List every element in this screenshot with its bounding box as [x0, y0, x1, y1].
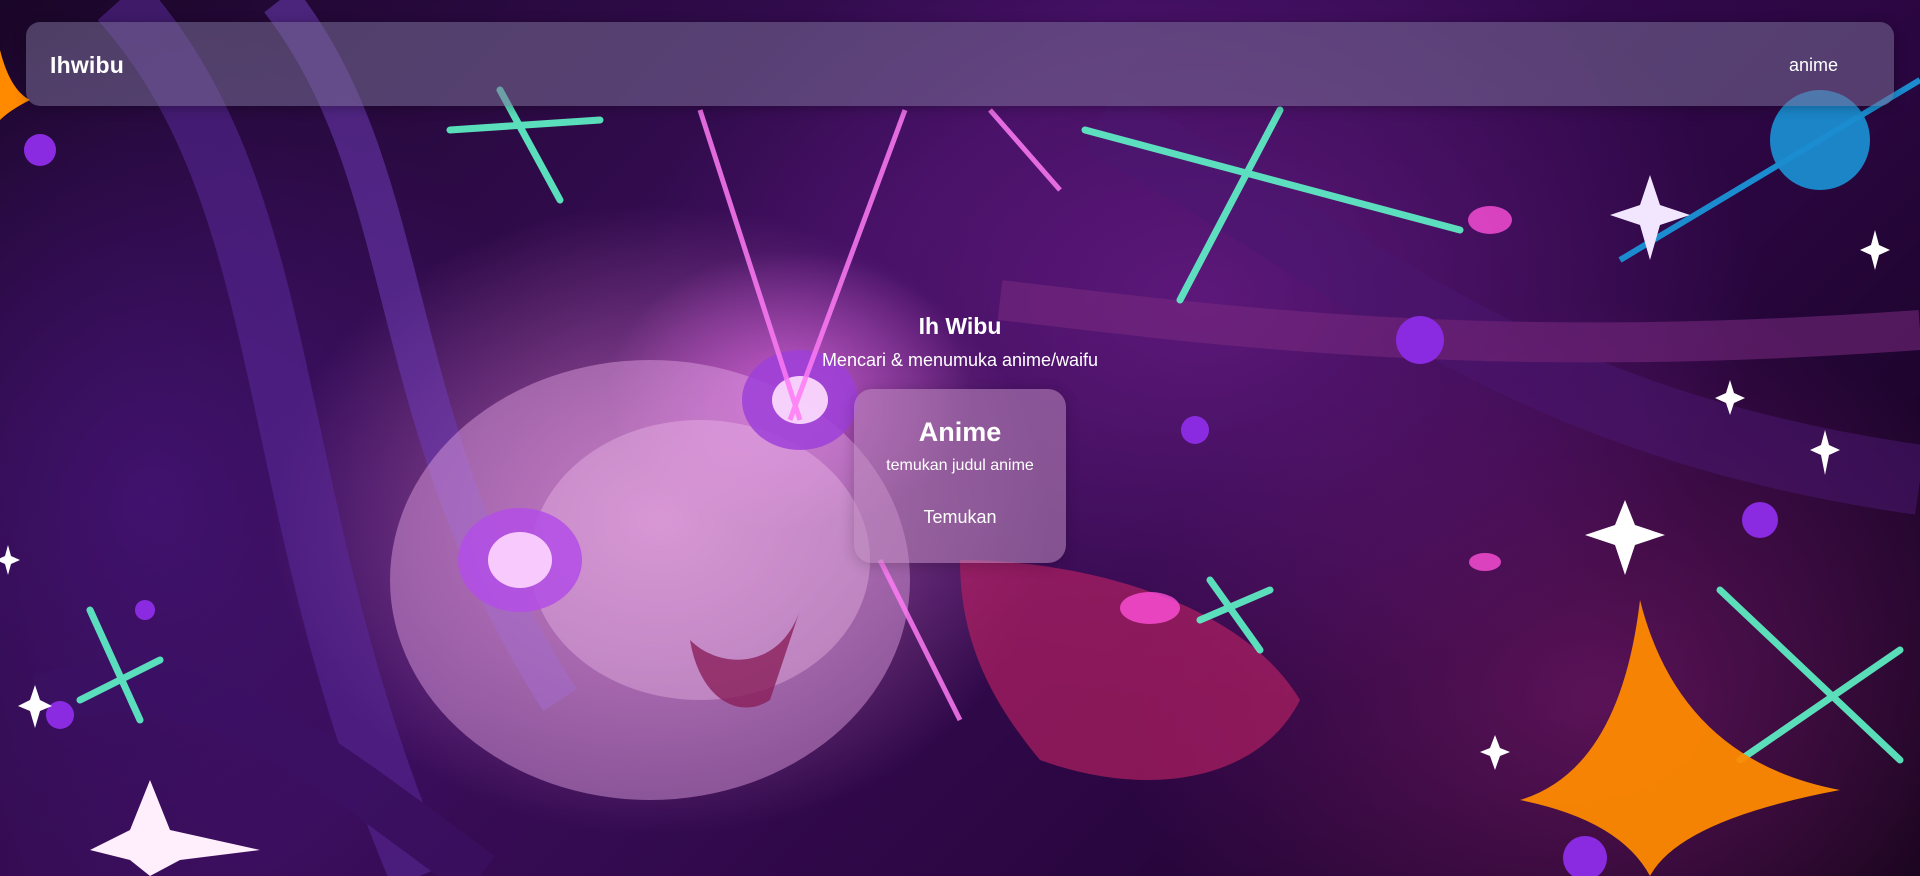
- card-description: temukan judul anime: [886, 457, 1034, 474]
- top-navbar: Ihwibu anime: [26, 22, 1894, 106]
- page: Ihwibu anime Ih Wibu Mencari & menumuka …: [0, 0, 1920, 876]
- nav-link-anime[interactable]: anime: [1789, 55, 1838, 76]
- hero-title: Ih Wibu: [918, 313, 1002, 339]
- brand-logo-text[interactable]: Ihwibu: [50, 52, 124, 79]
- find-anime-button[interactable]: Temukan: [910, 501, 1010, 533]
- card-title: Anime: [918, 417, 1002, 447]
- anime-card: Anime temukan judul anime Temukan: [854, 389, 1066, 563]
- hero-subtitle: Mencari & menumuka anime/waifu: [821, 350, 1099, 370]
